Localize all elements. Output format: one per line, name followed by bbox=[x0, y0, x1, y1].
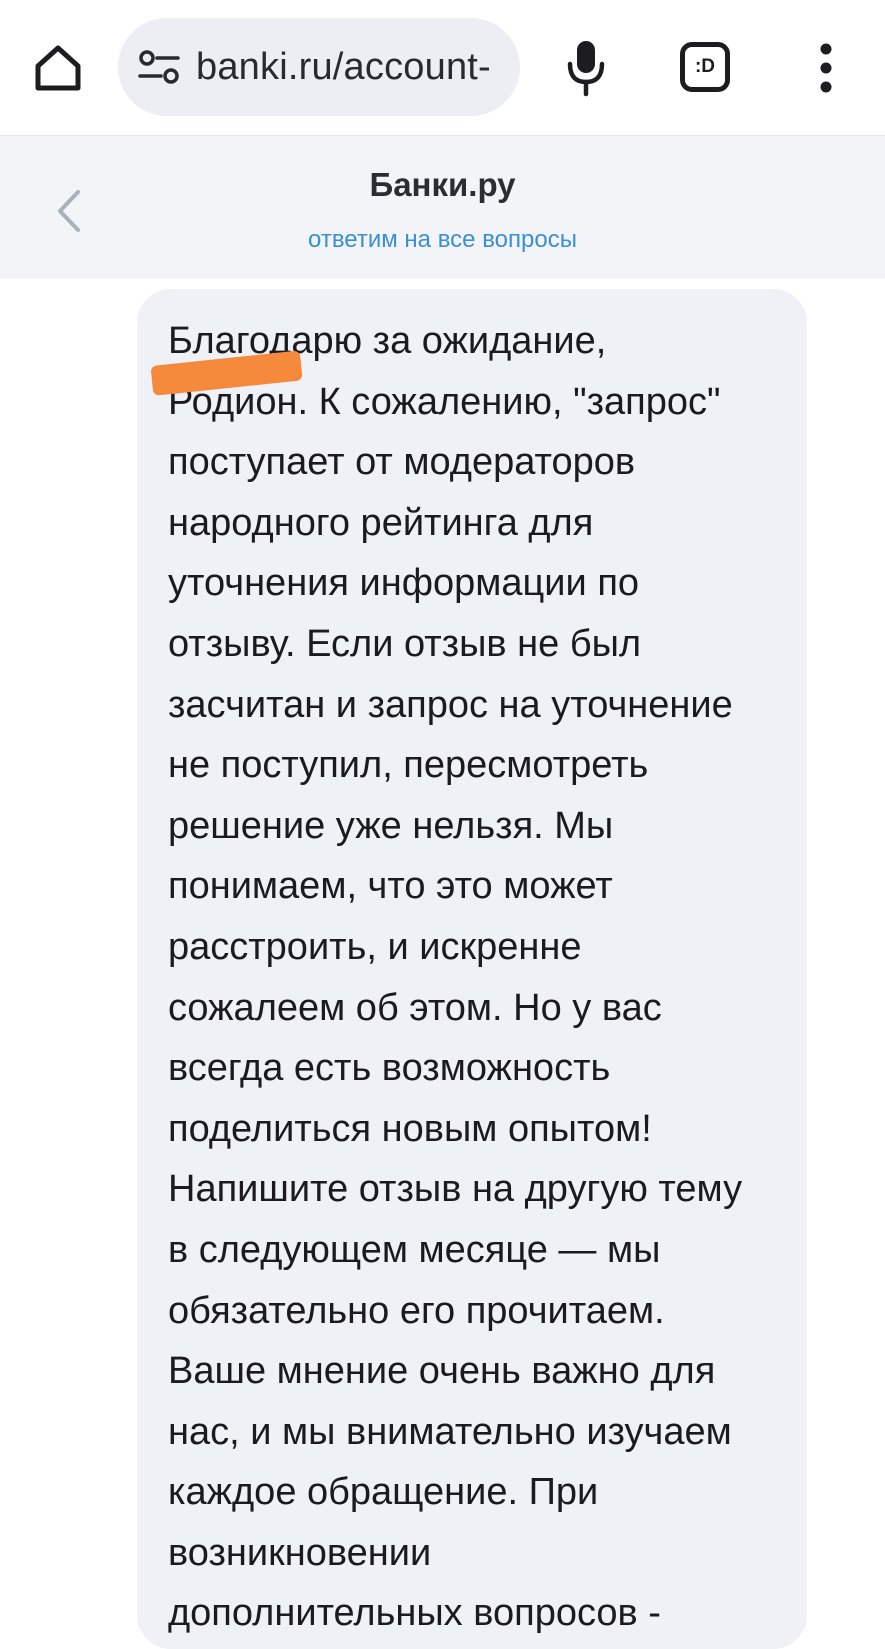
chat-header: Банки.ру ответим на все вопросы bbox=[0, 136, 885, 279]
voice-search-button[interactable] bbox=[560, 36, 612, 100]
url-text[interactable]: banki.ru/account- bbox=[196, 46, 491, 88]
message-bubble: Благодарю за ожидание, Родион. К сожален… bbox=[137, 289, 807, 1649]
tab-switcher-icon: :D bbox=[694, 56, 716, 77]
microphone-icon bbox=[567, 41, 605, 97]
home-button[interactable] bbox=[26, 36, 90, 100]
chat-title: Банки.ру bbox=[369, 166, 516, 203]
more-vertical-icon bbox=[820, 43, 832, 93]
tune-icon[interactable] bbox=[138, 48, 180, 86]
more-menu-button[interactable] bbox=[806, 40, 846, 96]
chat-subtitle: ответим на все вопросы bbox=[308, 226, 577, 253]
message-text: Благодарю за ожидание, Родион. К сожален… bbox=[168, 320, 743, 1635]
browser-toolbar: banki.ru/account- :D bbox=[0, 0, 885, 136]
tab-switcher-button[interactable]: :D bbox=[680, 42, 730, 92]
address-bar[interactable]: banki.ru/account- bbox=[118, 18, 520, 116]
home-icon bbox=[35, 45, 81, 91]
